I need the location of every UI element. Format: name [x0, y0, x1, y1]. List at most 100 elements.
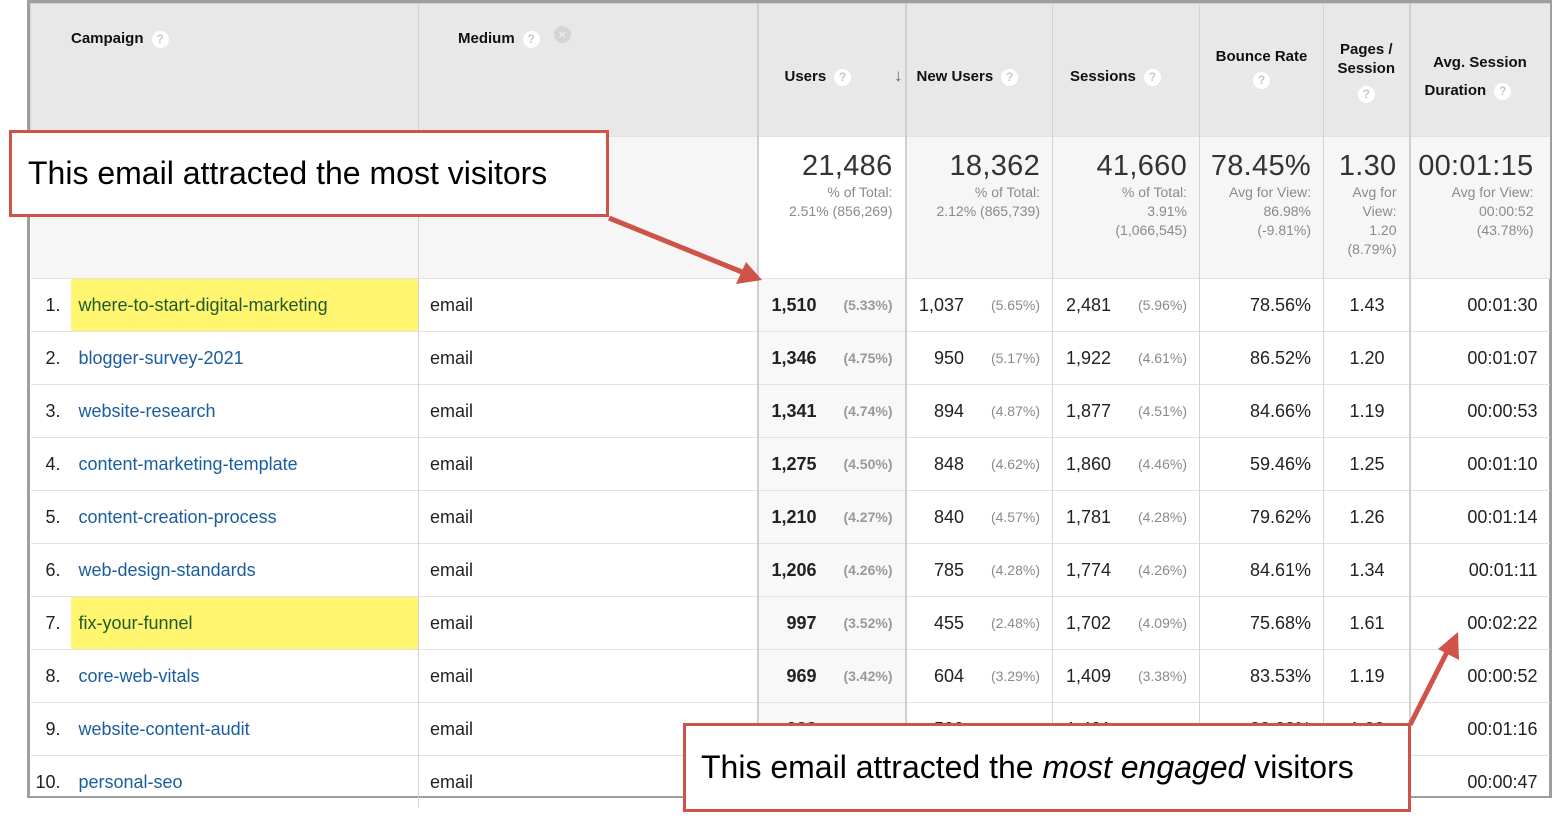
users-value: 1,275 [771, 453, 817, 474]
sessions-value: 1,922 [1065, 347, 1111, 368]
avg-session-duration-cell: 00:01:11 [1408, 543, 1550, 597]
header-campaign[interactable]: Campaign? [30, 3, 419, 137]
new-users-percent: (2.48%) [990, 615, 1040, 631]
callout-text: This email attracted the most engaged vi… [701, 749, 1354, 786]
avg-session-duration-cell: 00:00:53 [1408, 384, 1550, 438]
pages-session-cell: 1.20 [1323, 331, 1410, 385]
sessions-cell: 1,781 (4.28%) [1052, 490, 1200, 544]
row-number: 2. [45, 347, 61, 368]
callout-text-part: This email attracted the [701, 749, 1043, 785]
sessions-value: 2,481 [1065, 294, 1111, 315]
header-pages-session[interactable]: Pages / Session ? [1323, 3, 1410, 137]
campaign-link[interactable]: web-design-standards [71, 544, 419, 596]
help-icon[interactable]: ? [834, 68, 852, 86]
help-icon[interactable]: ? [1494, 82, 1512, 100]
avg-session-duration-cell: 00:01:10 [1408, 437, 1550, 491]
medium-cell: email [418, 596, 758, 650]
header-label: Bounce Rate [1215, 48, 1308, 65]
new-users-value: 1,037 [918, 294, 964, 315]
header-label-line1: Pages / [1339, 41, 1393, 58]
header-bounce-rate[interactable]: Bounce Rate ? [1199, 3, 1324, 137]
total-value: 18,362 [949, 150, 1040, 182]
users-percent: (5.33%) [843, 297, 893, 313]
help-icon[interactable]: ? [151, 30, 169, 48]
header-avg-session-duration[interactable]: Avg. Session Duration? [1408, 3, 1550, 137]
pages-session-cell: 1.43 [1323, 278, 1410, 332]
header-label-line1: Avg. Session [1433, 54, 1527, 71]
new-users-value: 950 [933, 347, 964, 368]
campaign-link[interactable]: website-content-audit [71, 703, 419, 755]
sort-descending-icon[interactable]: ↓ [894, 66, 903, 86]
callout-text: This email attracted the most visitors [28, 155, 548, 191]
help-icon[interactable]: ? [1253, 71, 1270, 89]
row-number: 7. [45, 612, 61, 633]
sessions-value: 1,409 [1065, 665, 1111, 686]
callout-text-part: visitors [1245, 749, 1354, 785]
sessions-percent: (4.09%) [1137, 615, 1187, 631]
campaign-link[interactable]: core-web-vitals [71, 650, 419, 702]
row-number: 4. [45, 453, 61, 474]
totals-avg-session-duration: 00:01:15 Avg for View: 00:00:52 (43.78%) [1408, 136, 1550, 279]
row-number: 5. [45, 506, 61, 527]
bounce-rate-cell: 75.68% [1199, 596, 1324, 650]
users-value: 969 [786, 665, 817, 686]
callout-most-visitors: This email attracted the most visitors [9, 130, 609, 217]
header-label-line2: Duration [1424, 82, 1487, 99]
campaign-cell: 5. content-creation-process [30, 490, 419, 544]
new-users-percent: (5.17%) [990, 350, 1040, 366]
header-users[interactable]: Users? ↓ [756, 3, 906, 137]
row-number: 3. [45, 400, 61, 421]
total-subtext: Avg for View: 86.98% (-9.81%) [1229, 184, 1311, 238]
table-row: 6. web-design-standards email 1,206 (4.26%) 7… [30, 543, 1550, 597]
new-users-cell: 785 (4.28%) [904, 543, 1053, 597]
avg-session-duration-cell: 00:01:14 [1408, 490, 1550, 544]
medium-cell: email [418, 543, 758, 597]
sessions-value: 1,877 [1065, 400, 1111, 421]
avg-session-duration-cell: 00:00:52 [1408, 649, 1550, 703]
totals-pages-session: 1.30 Avg for View: 1.20 (8.79%) [1323, 136, 1410, 279]
bounce-rate-cell: 84.61% [1199, 543, 1324, 597]
header-medium[interactable]: Medium? × [418, 3, 758, 137]
campaign-link[interactable]: content-creation-process [71, 491, 419, 543]
header-sessions[interactable]: Sessions? [1052, 3, 1200, 137]
campaign-link[interactable]: website-research [71, 385, 419, 437]
new-users-cell: 950 (5.17%) [904, 331, 1053, 385]
remove-dimension-icon[interactable]: × [553, 26, 571, 43]
sessions-cell: 1,860 (4.46%) [1052, 437, 1200, 491]
campaign-cell: 9. website-content-audit [30, 702, 419, 756]
users-cell: 1,210 (4.27%) [756, 490, 906, 544]
users-value: 1,210 [771, 506, 817, 527]
medium-cell: email [418, 437, 758, 491]
sessions-value: 1,781 [1065, 506, 1111, 527]
new-users-cell: 604 (3.29%) [904, 649, 1053, 703]
help-icon[interactable]: ? [1143, 68, 1161, 86]
users-percent: (4.26%) [843, 562, 893, 578]
campaign-cell: 10. personal-seo [30, 755, 419, 809]
sessions-cell: 1,877 (4.51%) [1052, 384, 1200, 438]
sessions-cell: 1,922 (4.61%) [1052, 331, 1200, 385]
new-users-value: 894 [933, 400, 964, 421]
help-icon[interactable]: ? [1001, 68, 1019, 86]
help-icon[interactable]: ? [1357, 85, 1375, 103]
campaign-link[interactable]: blogger-survey-2021 [71, 332, 419, 384]
campaign-link[interactable]: personal-seo [71, 756, 419, 808]
campaign-link[interactable]: content-marketing-template [71, 438, 419, 490]
new-users-value: 848 [933, 453, 964, 474]
row-number: 10. [35, 771, 61, 792]
header-new-users[interactable]: New Users? [904, 3, 1053, 137]
new-users-cell: 848 (4.62%) [904, 437, 1053, 491]
pages-session-cell: 1.61 [1323, 596, 1410, 650]
users-cell: 1,275 (4.50%) [756, 437, 906, 491]
campaign-link[interactable]: where-to-start-digital-marketing [70, 279, 418, 331]
avg-session-duration-cell: 00:02:22 [1408, 596, 1550, 650]
new-users-percent: (4.87%) [990, 403, 1040, 419]
sessions-cell: 1,409 (3.38%) [1052, 649, 1200, 703]
help-icon[interactable]: ? [522, 30, 540, 48]
campaign-cell: 8. core-web-vitals [30, 649, 419, 703]
new-users-cell: 1,037 (5.65%) [904, 278, 1053, 332]
sessions-cell: 1,702 (4.09%) [1052, 596, 1200, 650]
users-percent: (4.74%) [843, 403, 893, 419]
campaign-link[interactable]: fix-your-funnel [70, 597, 418, 649]
avg-session-duration-cell: 00:01:16 [1408, 702, 1550, 756]
table-row: 5. content-creation-process email 1,210 (4.2… [30, 490, 1550, 544]
